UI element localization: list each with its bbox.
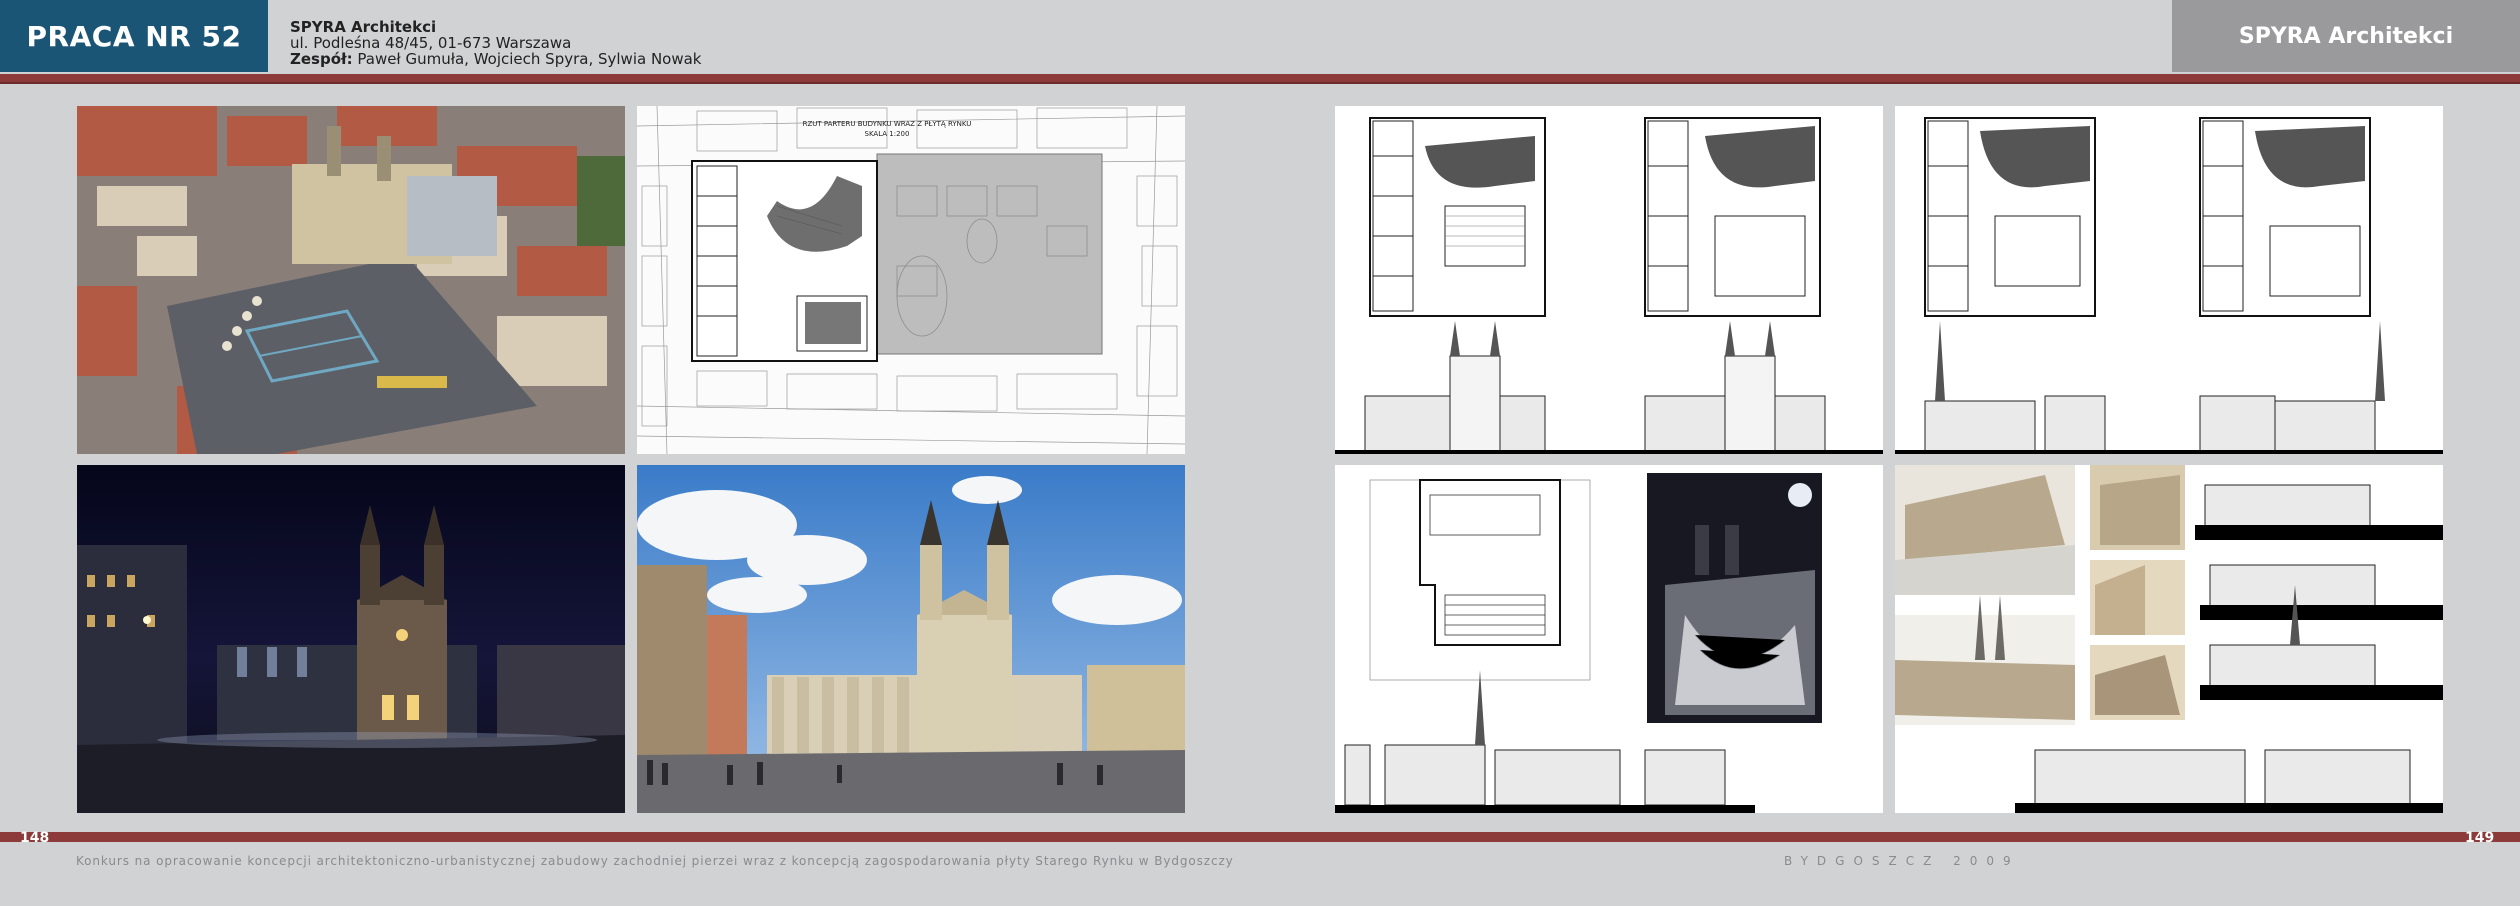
day-render <box>637 465 1185 813</box>
page-number-right: 149 <box>2465 830 2495 846</box>
aerial-photo <box>77 106 625 454</box>
firm-address: ul. Podleśna 48/45, 01-673 Warszawa <box>290 34 572 52</box>
team-label: Zespół: <box>290 50 353 68</box>
top-divider-shadow <box>0 82 2520 84</box>
plan-elevation-sheet-2 <box>1895 106 2443 454</box>
render-section-sheet-4 <box>1895 465 2443 813</box>
site-plan-drawing: RZUT PARTERU BUDYNKU WRAZ Z PŁYTĄ RYNKU … <box>637 106 1185 454</box>
right-firm-header: SPYRA Architekci <box>2172 0 2520 72</box>
firm-name: SPYRA Architekci <box>290 18 437 36</box>
plan-title-line2: SKALA 1:200 <box>865 130 910 138</box>
top-divider-band <box>0 74 2520 82</box>
bottom-divider-band <box>0 832 2520 842</box>
footer-competition-title: Konkurs na opracowanie koncepcji archite… <box>76 854 1234 868</box>
header-info: SPYRA Architekci ul. Podleśna 48/45, 01-… <box>290 19 702 67</box>
footer-city-year: BYDGOSZCZ 2009 <box>1784 854 2020 868</box>
team-line: Zespół: Paweł Gumuła, Wojciech Spyra, Sy… <box>290 51 702 67</box>
plan-section-sheet-3 <box>1335 465 1883 813</box>
team-members: Paweł Gumuła, Wojciech Spyra, Sylwia Now… <box>357 50 702 68</box>
page-number-left: 148 <box>20 830 50 846</box>
plan-title-line1: RZUT PARTERU BUDYNKU WRAZ Z PŁYTĄ RYNKU <box>803 120 972 128</box>
night-render <box>77 465 625 813</box>
work-number-title: PRACA NR 52 <box>0 0 268 72</box>
plan-elevation-sheet-1 <box>1335 106 1883 454</box>
